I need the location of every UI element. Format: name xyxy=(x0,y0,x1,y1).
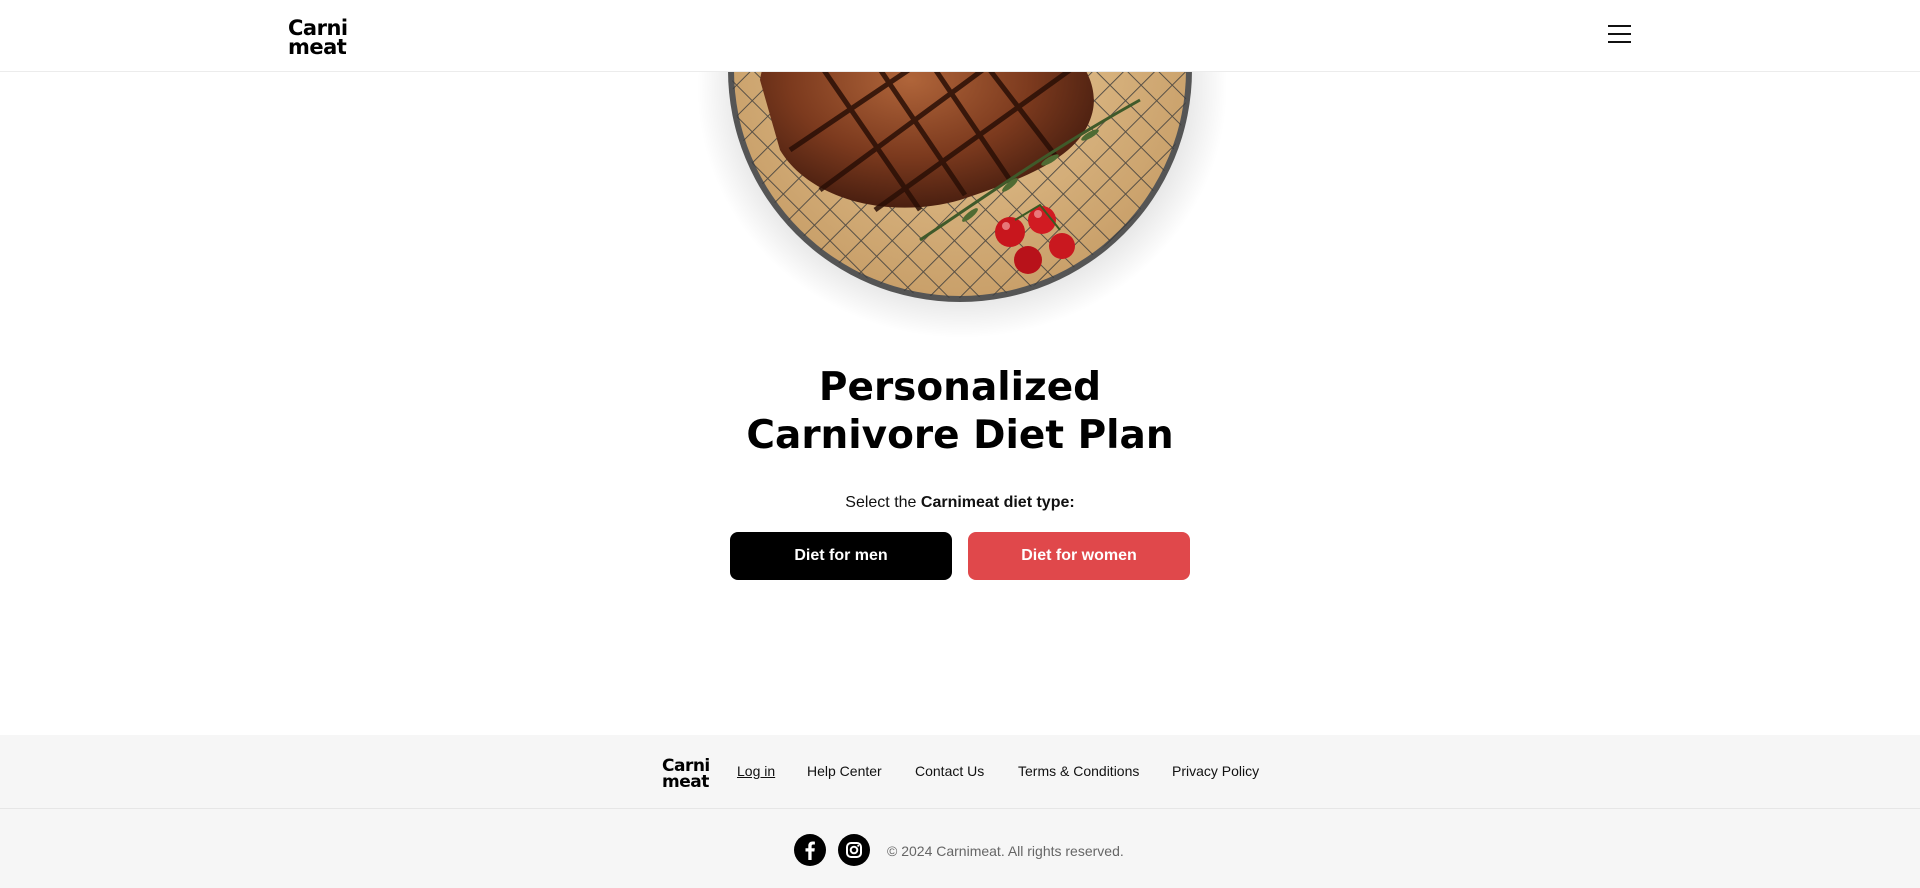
page: Carni meat Personalized Carnivore Diet P… xyxy=(0,0,1920,888)
page-title: Personalized Carnivore Diet Plan xyxy=(660,364,1260,460)
menu-bar xyxy=(1608,33,1631,35)
diet-type-prompt: Select the Carnimeat diet type: xyxy=(660,494,1260,512)
copyright-text: © 2024 Carnimeat. All rights reserved. xyxy=(887,843,1124,859)
footer-logo[interactable]: Carni meat xyxy=(662,758,710,792)
hamburger-menu-icon[interactable] xyxy=(1604,20,1636,48)
site-header: Carni meat xyxy=(0,0,1920,72)
facebook-icon[interactable] xyxy=(794,834,826,866)
site-footer: Carni meat Log in Help Center Contact Us… xyxy=(0,735,1920,888)
title-line-1: Personalized xyxy=(818,365,1102,410)
menu-bar xyxy=(1608,25,1631,27)
menu-bar xyxy=(1608,41,1631,43)
logo-line-2: meat xyxy=(662,771,709,792)
prompt-bold: Carnimeat diet type: xyxy=(920,494,1075,511)
diet-for-men-button[interactable]: Diet for men xyxy=(730,532,952,580)
login-link[interactable]: Log in xyxy=(737,763,775,779)
title-line-2: Carnivore Diet Plan xyxy=(746,413,1174,458)
privacy-policy-link[interactable]: Privacy Policy xyxy=(1172,763,1259,779)
help-center-link[interactable]: Help Center xyxy=(807,763,882,779)
diet-for-women-button[interactable]: Diet for women xyxy=(968,532,1190,580)
header-logo[interactable]: Carni meat xyxy=(288,17,348,60)
prompt-prefix: Select the xyxy=(845,494,921,511)
terms-conditions-link[interactable]: Terms & Conditions xyxy=(1018,763,1139,779)
logo-line-2: meat xyxy=(288,35,347,60)
instagram-icon[interactable] xyxy=(838,834,870,866)
footer-nav: Carni meat Log in Help Center Contact Us… xyxy=(0,735,1920,809)
contact-us-link[interactable]: Contact Us xyxy=(915,763,984,779)
